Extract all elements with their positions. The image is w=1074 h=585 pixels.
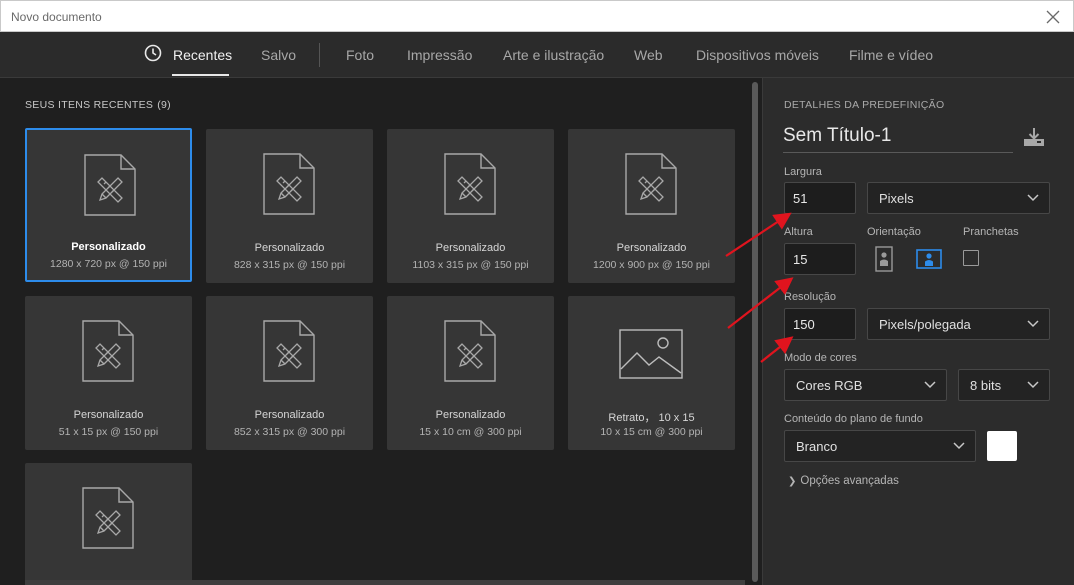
recent-item-card[interactable]: Personalizado 51 x 15 px @ 150 ppi — [25, 296, 192, 450]
image-icon — [619, 329, 683, 379]
color-mode-select[interactable]: Cores RGB — [784, 369, 947, 401]
resolution-unit-select[interactable]: Pixels/polegada — [867, 308, 1050, 340]
portrait-orientation-icon[interactable] — [871, 246, 897, 272]
tab-web[interactable]: Web — [634, 47, 663, 63]
recent-item-name: Personalizado — [254, 242, 325, 254]
tab-arte-ilustracao[interactable]: Arte e ilustração — [503, 47, 604, 63]
tab-filme-video[interactable]: Filme e vídeo — [849, 47, 933, 63]
chevron-down-icon — [924, 381, 936, 389]
recent-item-name: Retrato， 10 x 15 — [608, 412, 695, 424]
document-icon — [82, 320, 134, 382]
vertical-scrollbar[interactable] — [752, 82, 758, 582]
resolution-label: Resolução — [784, 291, 836, 303]
recent-item-name: Personalizado — [435, 409, 506, 421]
recent-item-size: 828 x 315 px @ 150 ppi — [233, 259, 346, 271]
recent-item-card[interactable]: Personalizado 1280 x 720 px @ 150 ppi — [25, 128, 192, 282]
background-contents-select[interactable]: Branco — [784, 430, 976, 462]
recent-items-title: SEUS ITENS RECENTES — [25, 99, 154, 111]
tab-impressao[interactable]: Impressão — [407, 47, 472, 63]
recent-items-count: (9) — [157, 99, 171, 111]
landscape-orientation-icon[interactable] — [916, 246, 942, 272]
document-icon — [82, 487, 134, 549]
resolution-unit-value: Pixels/polegada — [879, 317, 971, 332]
chevron-down-icon — [1027, 194, 1039, 202]
recent-item-size: 10 x 15 cm @ 300 ppi — [600, 426, 703, 438]
recent-item-card[interactable] — [25, 463, 192, 585]
recent-item-size: 1103 x 315 px @ 150 ppi — [412, 259, 529, 271]
bit-depth-select[interactable]: 8 bits — [958, 369, 1050, 401]
recent-item-size: 1200 x 900 px @ 150 ppi — [593, 259, 710, 271]
background-contents-value: Branco — [796, 439, 838, 454]
resolution-input[interactable]: 150 — [784, 308, 856, 340]
recent-item-name: Personalizado — [71, 241, 146, 253]
recent-item-card[interactable]: Personalizado 1200 x 900 px @ 150 ppi — [568, 129, 735, 283]
recent-item-card[interactable]: Personalizado 15 x 10 cm @ 300 ppi — [387, 296, 554, 450]
recent-item-size: 51 x 15 px @ 150 ppi — [58, 426, 159, 438]
recent-item-size: 15 x 10 cm @ 300 ppi — [419, 426, 522, 438]
save-preset-icon[interactable] — [1022, 126, 1046, 148]
height-input[interactable]: 15 — [784, 243, 856, 275]
background-contents-label: Conteúdo do plano de fundo — [784, 413, 923, 425]
document-title-input[interactable]: Sem Título-1 — [783, 125, 1013, 153]
width-input[interactable]: 51 — [784, 182, 856, 214]
recent-item-size: 852 x 315 px @ 300 ppi — [233, 426, 346, 438]
close-icon[interactable] — [1043, 7, 1063, 27]
tab-foto[interactable]: Foto — [346, 47, 374, 63]
orientation-label: Orientação — [867, 226, 921, 238]
bit-depth-value: 8 bits — [970, 378, 1002, 393]
document-icon — [625, 153, 677, 215]
tab-recentes[interactable]: Recentes — [173, 47, 232, 63]
advanced-options-label: Opções avançadas — [800, 475, 899, 487]
recent-item-card[interactable]: Retrato， 10 x 15 10 x 15 cm @ 300 ppi — [568, 296, 735, 450]
artboards-label: Pranchetas — [963, 226, 1019, 238]
chevron-down-icon — [1027, 381, 1039, 389]
recent-item-name: Personalizado — [435, 242, 506, 254]
tab-salvo[interactable]: Salvo — [261, 47, 296, 63]
new-document-dialog: Novo documento Recentes Salvo Foto Impre… — [0, 0, 1074, 585]
document-icon — [84, 154, 136, 216]
recent-items-heading: SEUS ITENS RECENTES (9) — [25, 99, 171, 111]
chevron-right-icon: ❯ — [788, 476, 797, 487]
active-tab-indicator — [172, 74, 229, 76]
height-label: Altura — [784, 226, 813, 238]
advanced-options-toggle[interactable]: ❯ Opções avançadas — [788, 475, 899, 487]
width-unit-value: Pixels — [879, 191, 914, 206]
recent-item-card[interactable]: Personalizado 852 x 315 px @ 300 ppi — [206, 296, 373, 450]
tab-separator — [319, 43, 320, 67]
document-icon — [263, 320, 315, 382]
document-icon — [444, 320, 496, 382]
recent-item-name: Personalizado — [73, 409, 144, 421]
horizontal-scrollbar[interactable] — [25, 580, 745, 585]
recent-item-name: Personalizado — [254, 409, 325, 421]
clock-icon — [144, 44, 162, 62]
width-unit-select[interactable]: Pixels — [867, 182, 1050, 214]
preset-details-heading: DETALHES DA PREDEFINIÇÃO — [784, 99, 945, 111]
chevron-down-icon — [1027, 320, 1039, 328]
recent-item-card[interactable]: Personalizado 1103 x 315 px @ 150 ppi — [387, 129, 554, 283]
recent-item-card[interactable]: Personalizado 828 x 315 px @ 150 ppi — [206, 129, 373, 283]
background-color-swatch[interactable] — [987, 431, 1017, 461]
color-mode-label: Modo de cores — [784, 352, 857, 364]
artboards-checkbox[interactable] — [963, 250, 979, 266]
title-bar: Novo documento — [0, 0, 1074, 32]
recent-item-name: Personalizado — [616, 242, 687, 254]
document-icon — [263, 153, 315, 215]
chevron-down-icon — [953, 442, 965, 450]
width-label: Largura — [784, 166, 822, 178]
preset-details-panel: DETALHES DA PREDEFINIÇÃO Sem Título-1 La… — [762, 78, 1074, 585]
document-icon — [444, 153, 496, 215]
color-mode-value: Cores RGB — [796, 378, 863, 393]
recent-items-panel: SEUS ITENS RECENTES (9) Personalizado 128… — [0, 78, 762, 585]
window-title: Novo documento — [11, 10, 102, 24]
recent-item-size: 1280 x 720 px @ 150 ppi — [50, 258, 167, 270]
tab-dispositivos-moveis[interactable]: Dispositivos móveis — [696, 47, 819, 63]
